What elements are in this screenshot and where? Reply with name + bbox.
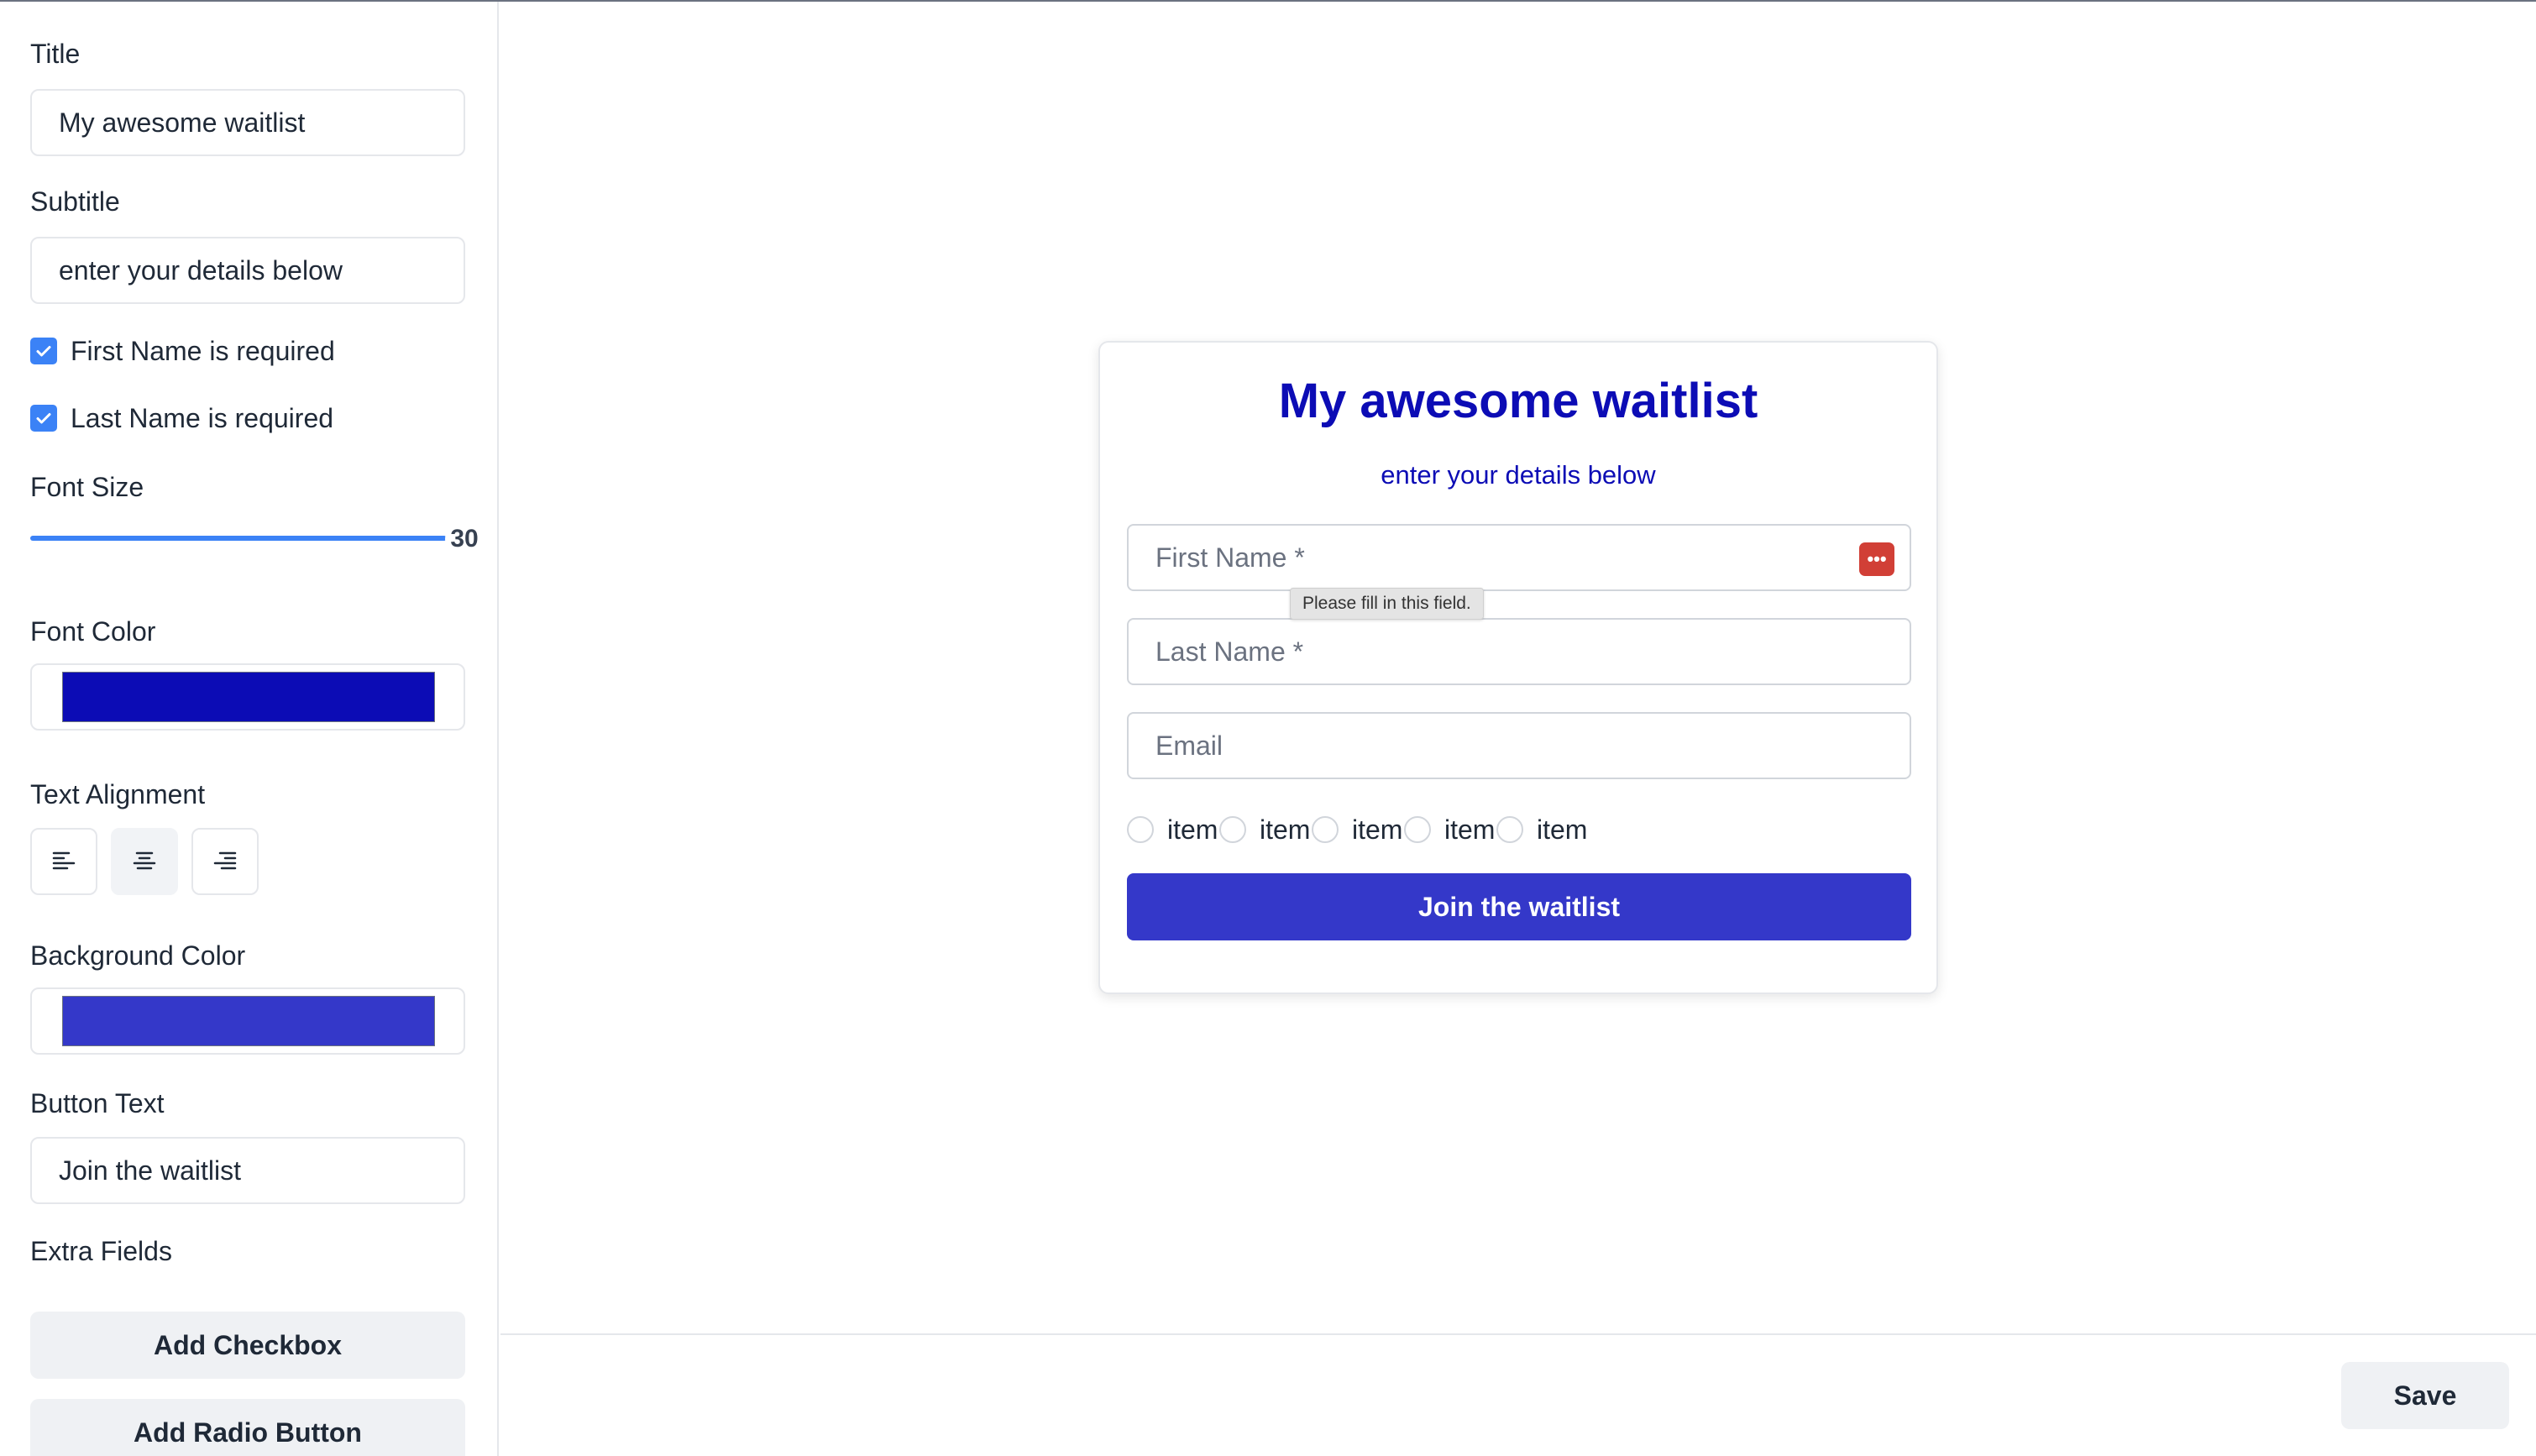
email-input[interactable]: Email [1127, 712, 1911, 779]
font-size-slider[interactable] [30, 536, 447, 541]
last-name-placeholder: Last Name * [1155, 636, 1304, 667]
radio-label: item [1260, 814, 1311, 845]
join-waitlist-button[interactable]: Join the waitlist [1127, 873, 1911, 940]
background-color-label: Background Color [30, 940, 246, 971]
first-name-placeholder: First Name * [1155, 542, 1305, 573]
title-label: Title [30, 39, 81, 69]
first-name-required-checkbox[interactable] [30, 338, 57, 364]
text-alignment-label: Text Alignment [30, 779, 206, 809]
email-placeholder: Email [1155, 730, 1223, 761]
align-left-button[interactable] [30, 828, 97, 895]
checkmark-icon [36, 346, 51, 357]
button-text-label: Button Text [30, 1088, 165, 1118]
first-name-input[interactable]: First Name * ••• [1127, 524, 1911, 591]
subtitle-label: Subtitle [30, 186, 120, 217]
align-center-button[interactable] [111, 828, 178, 895]
button-text-input[interactable] [30, 1137, 465, 1204]
extra-fields-label: Extra Fields [30, 1236, 172, 1266]
password-manager-icon[interactable]: ••• [1859, 542, 1894, 576]
radio-button[interactable] [1312, 816, 1339, 843]
add-radio-button-button[interactable]: Add Radio Button [30, 1399, 465, 1456]
radio-button[interactable] [1127, 816, 1154, 843]
first-name-required-label: First Name is required [71, 336, 335, 366]
radio-button[interactable] [1404, 816, 1431, 843]
last-name-input[interactable]: Last Name * [1127, 618, 1911, 685]
align-right-button[interactable] [191, 828, 259, 895]
font-color-picker[interactable] [30, 663, 465, 731]
center-align-icon [133, 851, 156, 870]
font-color-swatch [62, 672, 435, 722]
add-checkbox-button[interactable]: Add Checkbox [30, 1312, 465, 1379]
footer-divider [500, 1333, 2536, 1335]
preview-title: My awesome waitlist [1278, 374, 1758, 428]
checkmark-icon [36, 413, 51, 424]
title-input[interactable] [30, 89, 465, 156]
left-align-icon [52, 851, 76, 870]
font-color-label: Font Color [30, 616, 156, 647]
validation-tooltip: Please fill in this field. [1290, 588, 1484, 620]
last-name-required-checkbox[interactable] [30, 405, 57, 432]
radio-label: item [1352, 814, 1403, 845]
font-size-label: Font Size [30, 472, 144, 502]
background-color-picker[interactable] [30, 987, 465, 1055]
settings-sidebar: Title Subtitle First Name is required La… [0, 2, 499, 1456]
radio-label: item [1537, 814, 1588, 845]
right-align-icon [213, 851, 237, 870]
radio-label: item [1444, 814, 1496, 845]
background-color-swatch [62, 996, 435, 1046]
waitlist-preview-card: My awesome waitlist enter your details b… [1098, 341, 1938, 994]
font-size-slider-thumb[interactable]: 30 [445, 522, 484, 556]
radio-button[interactable] [1496, 816, 1523, 843]
radio-label: item [1167, 814, 1218, 845]
save-button[interactable]: Save [2341, 1362, 2509, 1429]
radio-button[interactable] [1219, 816, 1246, 843]
last-name-required-label: Last Name is required [71, 403, 334, 433]
preview-subtitle: enter your details below [1381, 460, 1656, 490]
subtitle-input[interactable] [30, 237, 465, 304]
